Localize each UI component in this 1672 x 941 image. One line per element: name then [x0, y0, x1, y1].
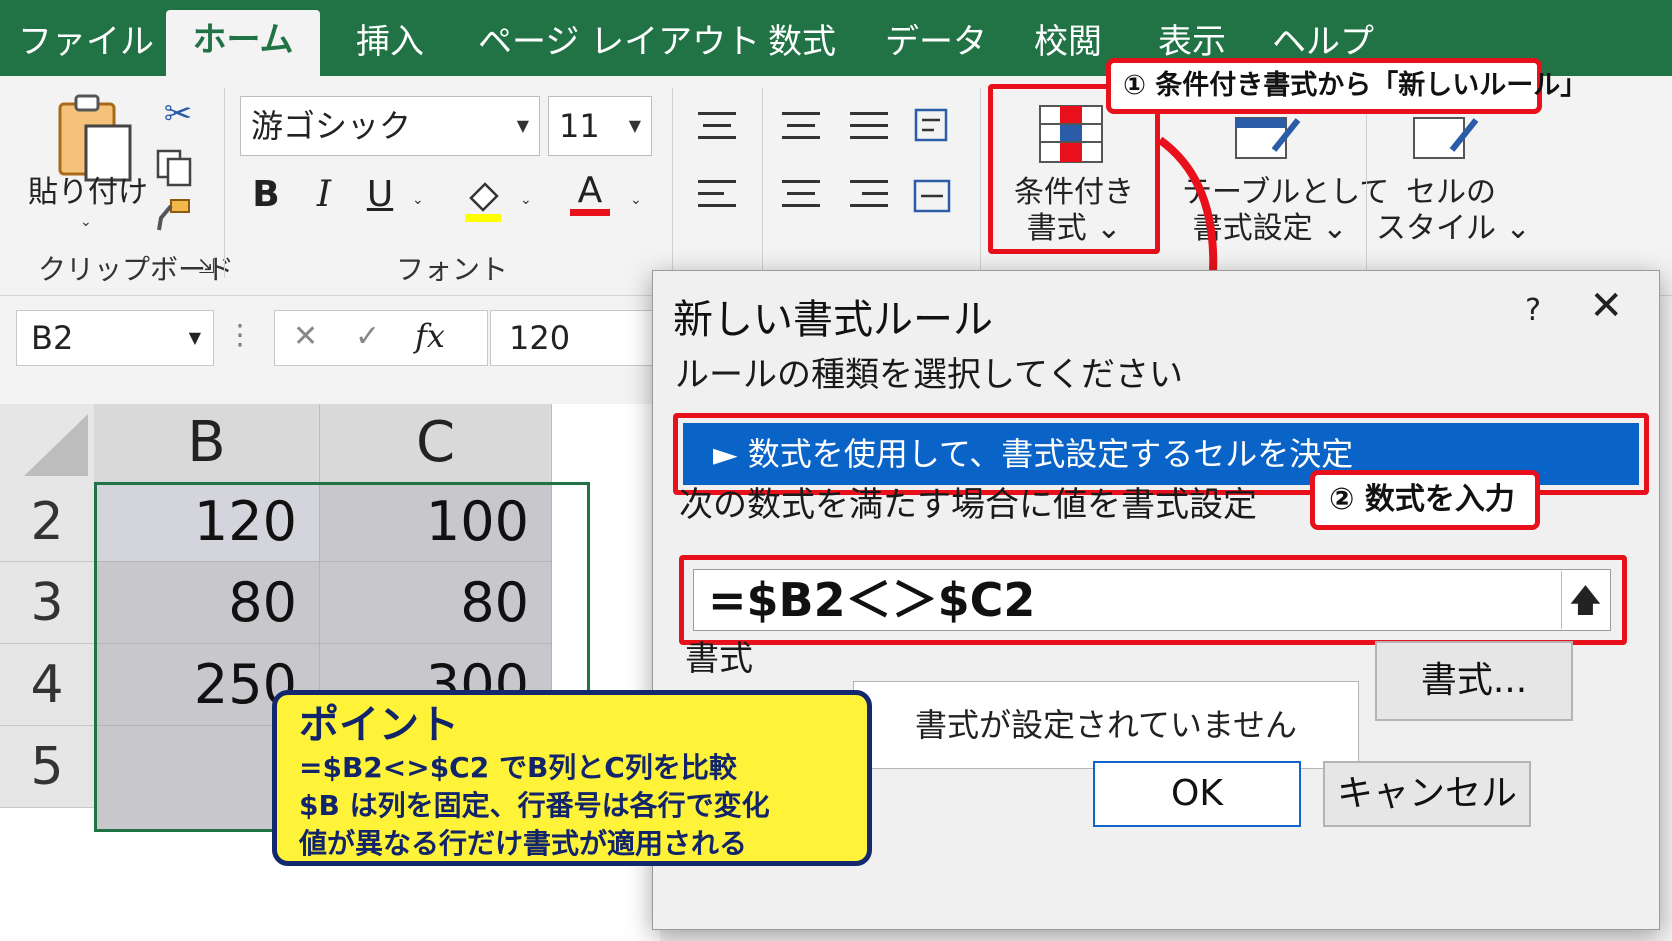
- font-color-letter: A: [577, 170, 603, 211]
- font-color-button[interactable]: A: [570, 170, 610, 216]
- step2-callout: ② 数式を入力: [1310, 470, 1540, 530]
- fill-color-caret[interactable]: ⌄: [520, 192, 532, 208]
- ribbon-separator: [762, 88, 763, 278]
- align-top-icon[interactable]: [698, 110, 736, 144]
- cell-styles-label-1: セルの: [1406, 175, 1496, 210]
- paint-bucket-icon: [465, 182, 501, 222]
- font-group-label: フォント: [396, 253, 509, 286]
- font-size-value: 11: [559, 107, 600, 145]
- formula-bar-buttons: ✕ ✓ fx: [274, 310, 488, 366]
- align-left-icon[interactable]: [698, 178, 736, 212]
- align-center-icon[interactable]: [782, 178, 820, 212]
- format-button[interactable]: 書式...: [1375, 641, 1573, 721]
- paste-label: 貼り付け: [28, 175, 148, 210]
- dialog-title: 新しい書式ルール: [673, 297, 993, 343]
- italic-button[interactable]: I: [304, 174, 344, 215]
- chevron-down-icon: ▼: [188, 328, 201, 347]
- underline-button[interactable]: U: [360, 174, 400, 215]
- select-all-corner[interactable]: [0, 404, 94, 482]
- wrap-text-icon[interactable]: [912, 106, 952, 146]
- point-callout: ポイント =$B2<>$C2 でB列とC列を比較 $B は列を固定、行番号は各行…: [272, 690, 872, 866]
- column-header-c[interactable]: C: [320, 404, 552, 482]
- font-color-caret[interactable]: ⌄: [630, 192, 642, 208]
- ribbon-separator: [224, 88, 225, 278]
- cancel-formula-icon[interactable]: ✕: [293, 319, 318, 354]
- format-label: 書式: [685, 639, 753, 679]
- tab-data[interactable]: データ: [882, 14, 990, 76]
- paste-dropdown-caret[interactable]: ⌄: [80, 214, 92, 230]
- tab-home[interactable]: ホーム: [166, 10, 320, 76]
- formula-bar-grip-icon: ⋮: [226, 318, 254, 351]
- merge-center-icon[interactable]: [912, 176, 952, 216]
- clipboard-launcher-icon[interactable]: ⇲: [198, 254, 215, 278]
- row-header-3[interactable]: 3: [0, 562, 94, 644]
- chevron-down-icon: ▼: [516, 116, 529, 135]
- font-name-combo[interactable]: 游ゴシック ▼: [240, 96, 540, 156]
- format-painter-icon[interactable]: [152, 196, 196, 236]
- enter-formula-icon[interactable]: ✓: [355, 319, 380, 354]
- ribbon-separator: [980, 88, 981, 278]
- ok-button[interactable]: OK: [1093, 761, 1301, 827]
- tab-page-layout[interactable]: ページ レイアウト: [478, 14, 760, 76]
- highlight-formula-input: [679, 555, 1627, 645]
- cut-icon[interactable]: ✂: [158, 94, 198, 134]
- name-box[interactable]: B2 ▼: [16, 310, 214, 366]
- font-size-combo[interactable]: 11 ▼: [548, 96, 652, 156]
- close-icon[interactable]: ✕: [1589, 283, 1623, 329]
- ribbon-separator: [672, 88, 673, 278]
- column-header-b[interactable]: B: [94, 404, 320, 482]
- cancel-button[interactable]: キャンセル: [1323, 761, 1531, 827]
- fill-color-button[interactable]: [458, 174, 508, 226]
- row-header-5[interactable]: 5: [0, 726, 94, 808]
- ribbon-separator: [1366, 88, 1367, 278]
- insert-function-icon[interactable]: fx: [415, 317, 445, 355]
- tab-review[interactable]: 校閲: [1018, 14, 1118, 76]
- name-box-value: B2: [31, 319, 74, 357]
- row-header-4[interactable]: 4: [0, 644, 94, 726]
- tab-file[interactable]: ファイル: [18, 14, 154, 76]
- underline-dropdown-caret[interactable]: ⌄: [412, 192, 424, 208]
- help-button[interactable]: ?: [1525, 293, 1541, 328]
- row-header-2[interactable]: 2: [0, 482, 94, 562]
- font-name-value: 游ゴシック: [251, 107, 412, 145]
- tab-insert[interactable]: 挿入: [340, 14, 440, 76]
- chevron-down-icon: ▼: [628, 116, 641, 135]
- format-preview: 書式が設定されていません: [853, 681, 1359, 769]
- point-title: ポイント: [299, 702, 459, 748]
- tab-formulas[interactable]: 数式: [754, 14, 850, 76]
- step1-callout: ① 条件付き書式から「新しいルール」: [1106, 58, 1587, 114]
- rule-type-label: ルールの種類を選択してください: [675, 355, 1183, 395]
- formula-label: 次の数式を満たす場合に値を書式設定: [679, 485, 1257, 525]
- point-line-3: 値が異なる行だけ書式が適用される: [299, 827, 748, 860]
- align-bottom-icon[interactable]: [850, 110, 888, 144]
- cell-styles-label-2: スタイル ⌄: [1376, 211, 1531, 246]
- align-right-icon[interactable]: [850, 178, 888, 212]
- bold-button[interactable]: B: [246, 174, 286, 215]
- point-line-2: $B は列を固定、行番号は各行で変化: [299, 789, 770, 822]
- align-middle-icon[interactable]: [782, 110, 820, 144]
- copy-icon[interactable]: [152, 148, 196, 188]
- cell-style-icon: [1413, 117, 1479, 159]
- point-line-1: =$B2<>$C2 でB列とC列を比較: [299, 751, 737, 784]
